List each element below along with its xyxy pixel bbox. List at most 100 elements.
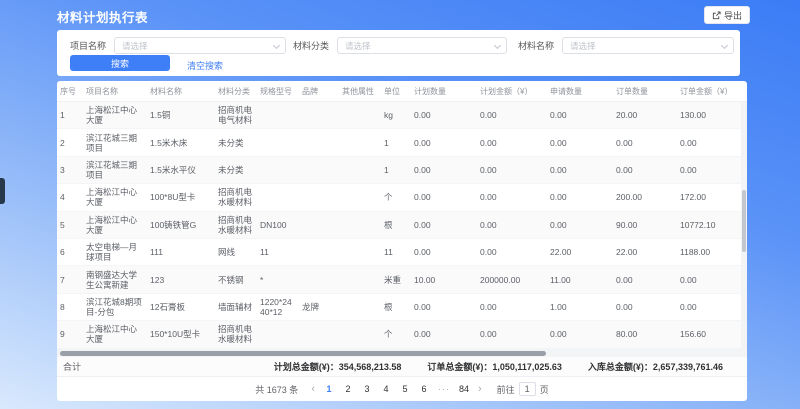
table-cell: 200000.00 [477, 266, 547, 292]
filter-material-category: 材料分类 [293, 37, 507, 54]
header-cell: 计划数量 [411, 81, 477, 101]
table-cell [339, 294, 381, 320]
summary-row: 合计 计划总金额(¥)：354,568,213.58 订单总金额(¥)：1,05… [57, 357, 747, 377]
filter-label: 材料名称 [518, 39, 554, 52]
goto-label: 前往 [497, 383, 515, 396]
table-cell: 0.00 [477, 212, 547, 238]
table-cell: 0.00 [613, 294, 677, 320]
table-cell: 0.00 [411, 184, 477, 210]
vertical-scrollbar-thumb[interactable] [742, 190, 746, 252]
table-row: 9上海松江中心大厦150*10U型卡招商机电水暖材料个0.000.000.008… [57, 321, 747, 348]
table-cell: 0.00 [411, 157, 477, 183]
export-label: 导出 [724, 9, 742, 22]
table-cell: 未分类 [215, 129, 257, 155]
table-cell: 滨江花城三期项目 [83, 157, 147, 183]
table-cell: 上海松江中心大厦 [83, 102, 147, 128]
table-cell: 11 [381, 239, 411, 265]
table-panel: 序号项目名称材料名称材料分类规格型号品牌其他属性单位计划数量计划金额（¥）申请数… [57, 81, 747, 401]
table-cell: 0.00 [411, 102, 477, 128]
vertical-scrollbar[interactable] [741, 102, 747, 349]
table-cell: 2 [57, 129, 83, 155]
page-button-2[interactable]: 2 [343, 384, 353, 394]
table-cell: 200.00 [613, 184, 677, 210]
goto-page-input[interactable] [519, 382, 536, 396]
page-button-4[interactable]: 4 [381, 384, 391, 394]
table-cell [257, 129, 299, 155]
table-cell: 22.00 [547, 239, 613, 265]
table-cell: 招商机电水暖材料 [215, 212, 257, 238]
table-cell [257, 102, 299, 128]
table-cell: 0.00 [677, 266, 740, 292]
table-cell: 10.00 [411, 266, 477, 292]
filter-panel: 项目名称 材料分类 材料名称 搜索 清空搜索 [57, 30, 740, 76]
table-cell: 0.00 [547, 102, 613, 128]
table-header: 序号项目名称材料名称材料分类规格型号品牌其他属性单位计划数量计划金额（¥）申请数… [57, 81, 747, 102]
table-cell: 未分类 [215, 157, 257, 183]
table-cell: 0.00 [677, 129, 740, 155]
table-cell [299, 239, 339, 265]
table-cell: 1.5米木床 [147, 129, 215, 155]
table-cell: 0.00 [477, 184, 547, 210]
table-cell [257, 321, 299, 347]
page-button-3[interactable]: 3 [362, 384, 372, 394]
clear-search-link[interactable]: 清空搜索 [187, 59, 223, 72]
table-row: 5上海松江中心大厦100铸铁管G招商机电水暖材料DN100根0.000.000.… [57, 212, 747, 239]
table-cell [299, 129, 339, 155]
table-cell: 招商机电电气材料 [215, 102, 257, 128]
project-name-input[interactable] [115, 38, 285, 53]
material-name-input[interactable] [563, 38, 733, 53]
header-cell: 计划金额（¥） [477, 81, 547, 101]
material-category-input[interactable] [338, 38, 506, 53]
table-cell: 123 [147, 266, 215, 292]
table-cell: 0.00 [547, 184, 613, 210]
table-cell: 90.00 [613, 212, 677, 238]
table-cell: 1.5米水平仪 [147, 157, 215, 183]
export-button[interactable]: 导出 [704, 6, 750, 24]
table-cell: 0.00 [547, 129, 613, 155]
table-cell: 滨江花城三期项目 [83, 129, 147, 155]
table-cell: 3 [57, 157, 83, 183]
header-cell: 订单数量 [613, 81, 677, 101]
filter-label: 项目名称 [70, 39, 106, 52]
table-cell: 11.00 [547, 266, 613, 292]
horizontal-scrollbar-thumb[interactable] [60, 351, 546, 356]
table-cell [299, 321, 339, 347]
summary-label: 合计 [63, 360, 81, 373]
pagination-total: 共 1673 条 [255, 383, 298, 396]
page-button-6[interactable]: 6 [419, 384, 429, 394]
table-cell: 80.00 [613, 321, 677, 347]
table-cell: 0.00 [547, 212, 613, 238]
table-cell: 上海松江中心大厦 [83, 184, 147, 210]
prev-page-button[interactable]: ‹ [311, 385, 315, 394]
page-button-1[interactable]: 1 [324, 384, 334, 394]
table-cell: 22.00 [613, 239, 677, 265]
table-cell [299, 184, 339, 210]
table-body: 1上海松江中心大厦1.5铜招商机电电气材料kg0.000.000.0020.00… [57, 102, 747, 349]
search-button[interactable]: 搜索 [70, 55, 170, 71]
material-name-select[interactable] [562, 37, 734, 54]
next-page-button[interactable]: › [478, 385, 482, 394]
table-cell: 1.00 [547, 294, 613, 320]
table-cell: 不锈钢 [215, 266, 257, 292]
table-row: 6太空电梯—月球项目111网线11110.000.0022.0022.00118… [57, 239, 747, 266]
table-cell: 0.00 [613, 157, 677, 183]
goto-suffix: 页 [540, 383, 549, 396]
page-button-5[interactable]: 5 [400, 384, 410, 394]
table-cell: 1188.00 [677, 239, 740, 265]
sidebar-collapsed-handle[interactable] [0, 178, 5, 204]
more-pages-button[interactable]: ··· [438, 384, 450, 394]
table-cell: 墙面辅材 [215, 294, 257, 320]
filter-material-name: 材料名称 [518, 37, 734, 54]
project-name-select[interactable] [114, 37, 286, 54]
table-cell: 1 [381, 129, 411, 155]
header-cell: 材料名称 [147, 81, 215, 101]
material-category-select[interactable] [337, 37, 507, 54]
horizontal-scrollbar[interactable] [57, 349, 747, 357]
table-cell [339, 321, 381, 347]
table-cell: 米重 [381, 266, 411, 292]
table-cell: 0.00 [411, 239, 477, 265]
table-cell: 11 [257, 239, 299, 265]
page-button-last[interactable]: 84 [459, 384, 469, 394]
table-cell [339, 266, 381, 292]
table-cell: 1 [381, 157, 411, 183]
